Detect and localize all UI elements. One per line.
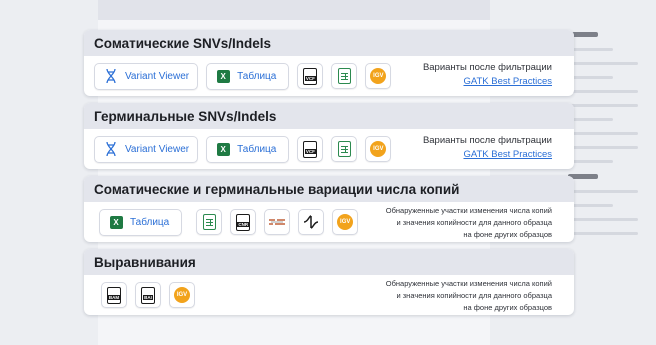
note-text: Варианты после фильтрации [422, 62, 552, 73]
background-lines [568, 30, 638, 246]
bam-file-icon: BAM [107, 286, 121, 304]
card-title: Соматические и герминальные вариации чис… [84, 176, 574, 202]
vcf-file-icon: VCF [303, 140, 318, 158]
variant-viewer-label: Variant Viewer [125, 143, 190, 155]
table-label: Таблица [130, 216, 170, 228]
note-line-3: на фоне других образцов [463, 303, 552, 312]
segments-icon [269, 219, 286, 225]
igv-icon: IGV [370, 68, 387, 84]
scatter-plot-button[interactable] [298, 209, 325, 235]
germline-snv-card: Герминальные SNVs/Indels Variant Viewer … [84, 103, 574, 169]
excel-icon: X [108, 214, 124, 230]
alignments-card: Выравнивания BAM BAI IGV Обнаруженные уч… [84, 249, 574, 315]
excel-icon: X [215, 141, 231, 157]
table-button[interactable]: X Таблица [206, 62, 290, 90]
spreadsheet-download-button[interactable] [196, 209, 223, 235]
spreadsheet-download-button[interactable] [331, 63, 358, 89]
vcf-file-icon: VCF [303, 67, 318, 85]
vcf-download-button[interactable]: VCF [297, 63, 324, 89]
card-title: Герминальные SNVs/Indels [84, 103, 574, 129]
note-line-2: и значения копийности для данного образц… [396, 218, 552, 227]
excel-icon: X [215, 68, 231, 84]
note-line-1: Обнаруженные участки изменения числа коп… [385, 279, 552, 288]
segments-button[interactable] [264, 209, 291, 235]
gatk-link[interactable]: GATK Best Practices [463, 149, 552, 160]
variant-viewer-button[interactable]: Variant Viewer [94, 135, 199, 163]
dna-icon [103, 141, 119, 157]
note-line-2: и значения копийности для данного образц… [396, 291, 552, 300]
igv-button[interactable]: IGV [365, 136, 392, 162]
somatic-snv-card: Соматические SNVs/Indels Variant Viewer … [84, 30, 574, 96]
alignments-note: Обнаруженные участки изменения числа коп… [386, 278, 552, 314]
bam-download-button[interactable]: BAM [101, 282, 127, 308]
table-label: Таблица [237, 70, 277, 82]
cnv-note: Обнаруженные участки изменения числа коп… [386, 205, 552, 241]
cnr-file-icon: CNR [236, 213, 251, 231]
note-line-1: Обнаруженные участки изменения числа коп… [385, 206, 552, 215]
note-text: Варианты после фильтрации [422, 135, 552, 146]
cnr-download-button[interactable]: CNR [230, 209, 257, 235]
spreadsheet-download-button[interactable] [331, 136, 358, 162]
igv-button[interactable]: IGV [332, 209, 359, 235]
vcf-download-button[interactable]: VCF [297, 136, 324, 162]
variant-viewer-button[interactable]: Variant Viewer [94, 62, 199, 90]
igv-button[interactable]: IGV [365, 63, 392, 89]
igv-button[interactable]: IGV [169, 282, 195, 308]
card-title: Соматические SNVs/Indels [84, 30, 574, 56]
spreadsheet-icon [337, 141, 351, 157]
filter-note: Варианты после фильтрации GATK Best Prac… [423, 134, 552, 162]
igv-icon: IGV [370, 141, 387, 157]
spreadsheet-icon [202, 214, 216, 230]
table-label: Таблица [237, 143, 277, 155]
dna-icon [103, 68, 119, 84]
bai-file-icon: BAI [141, 286, 155, 304]
cnv-card: Соматические и герминальные вариации чис… [84, 176, 574, 242]
filter-note: Варианты после фильтрации GATK Best Prac… [423, 61, 552, 89]
table-button[interactable]: X Таблица [206, 135, 290, 163]
card-title: Выравнивания [84, 249, 574, 275]
spreadsheet-icon [337, 68, 351, 84]
bai-download-button[interactable]: BAI [135, 282, 161, 308]
scatter-icon [304, 215, 319, 229]
gatk-link[interactable]: GATK Best Practices [463, 76, 552, 87]
variant-viewer-label: Variant Viewer [125, 70, 190, 82]
note-line-3: на фоне других образцов [463, 230, 552, 239]
table-button[interactable]: X Таблица [99, 208, 183, 236]
igv-icon: IGV [337, 214, 354, 230]
igv-icon: IGV [174, 287, 190, 303]
